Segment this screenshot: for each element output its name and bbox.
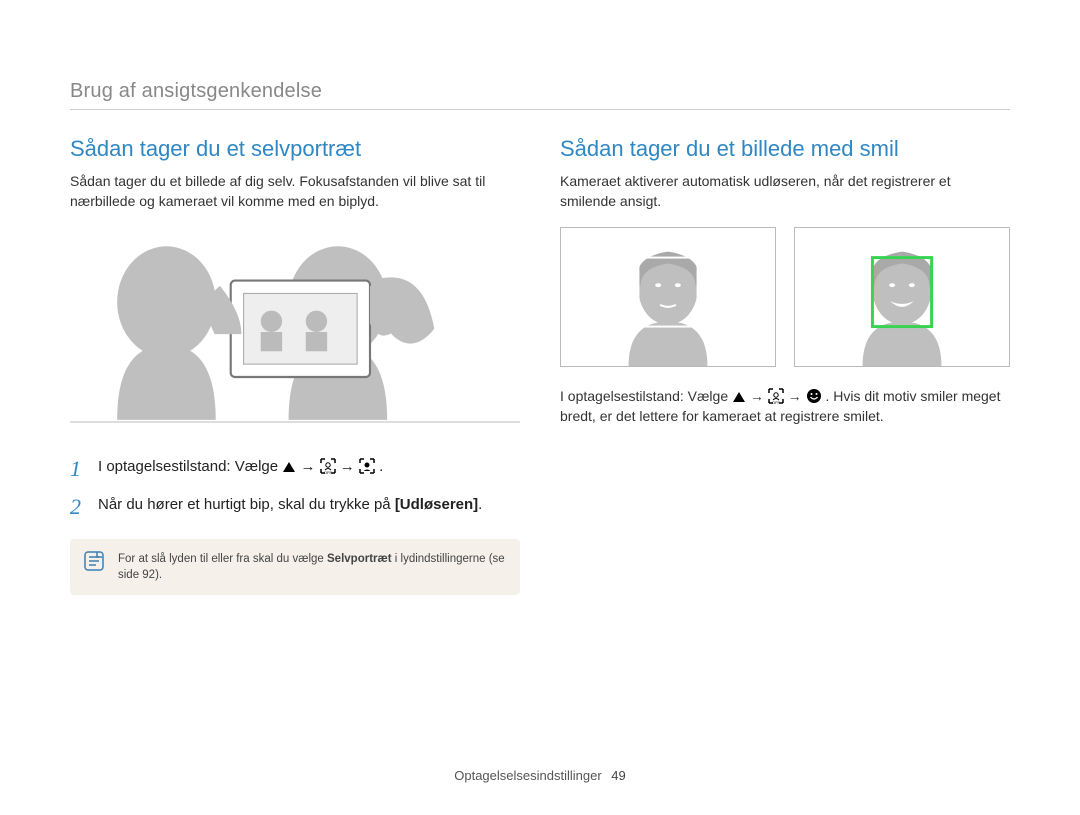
left-column: Sådan tager du et selvportræt Sådan tage… [70, 136, 520, 595]
face-detect-off-icon: OFF [320, 458, 336, 475]
self-portrait-icon [359, 458, 375, 475]
face-neutral-svg [561, 228, 775, 366]
step-2: 2 Når du hører et hurtigt bip, skal du t… [70, 494, 520, 520]
step-2-text: Når du hører et hurtigt bip, skal du try… [98, 494, 482, 520]
face-panel-smile [794, 227, 1010, 367]
svg-text:OFF: OFF [772, 400, 781, 404]
left-intro: Sådan tager du et billede af dig selv. F… [70, 172, 520, 211]
arrow-icon: → [300, 458, 319, 475]
step-1-prefix: I optagelsestilstand: Vælge [98, 458, 282, 475]
smile-shot-icon [806, 388, 822, 404]
arrow-icon: → [340, 458, 359, 475]
up-triangle-icon [282, 458, 296, 475]
right-column: Sådan tager du et billede med smil Kamer… [560, 136, 1010, 595]
step-2-prefix: Når du hører et hurtigt bip, skal du try… [98, 496, 395, 513]
section-title: Brug af ansigtsgenkendelse [70, 80, 1010, 103]
section-rule [70, 109, 1010, 110]
page-number: 49 [611, 768, 625, 783]
right-intro: Kameraet aktiverer automatisk udløseren,… [560, 172, 1010, 211]
svg-text:OFF: OFF [324, 470, 333, 474]
note-bold: Selvportræt [327, 553, 392, 565]
step-1-text: I optagelsestilstand: Vælge → OFF → . [98, 456, 383, 482]
step-1-number: 1 [70, 456, 98, 482]
step-2-number: 2 [70, 494, 98, 520]
arrow-icon: → [750, 388, 768, 404]
face-smile-svg [795, 228, 1009, 366]
footer-label: Optagelselsesindstillinger [454, 768, 601, 783]
page-footer: Optagelselsesindstillinger 49 [0, 768, 1080, 783]
face-panel-neutral [560, 227, 776, 367]
selfie-illustration [70, 227, 520, 436]
arrow-icon: → [788, 388, 806, 404]
right-para-prefix: I optagelsestilstand: Vælge [560, 388, 732, 404]
step-1: 1 I optagelsestilstand: Vælge → OFF → . [70, 456, 520, 482]
up-triangle-icon [732, 388, 746, 404]
note-box: For at slå lyden til eller fra skal du v… [70, 539, 520, 595]
note-info-icon [84, 551, 104, 571]
right-heading: Sådan tager du et billede med smil [560, 136, 1010, 162]
note-text: For at slå lyden til eller fra skal du v… [118, 551, 506, 583]
step-2-bold: [Udløseren] [395, 496, 478, 513]
selfie-illustration-svg [70, 227, 520, 431]
right-paragraph: I optagelsestilstand: Vælge → OFF → . Hv… [560, 387, 1010, 426]
step-2-suffix: . [478, 496, 482, 513]
left-heading: Sådan tager du et selvportræt [70, 136, 520, 162]
step-1-suffix: . [379, 458, 383, 475]
note-prefix: For at slå lyden til eller fra skal du v… [118, 553, 327, 565]
face-detect-off-icon: OFF [768, 388, 784, 404]
